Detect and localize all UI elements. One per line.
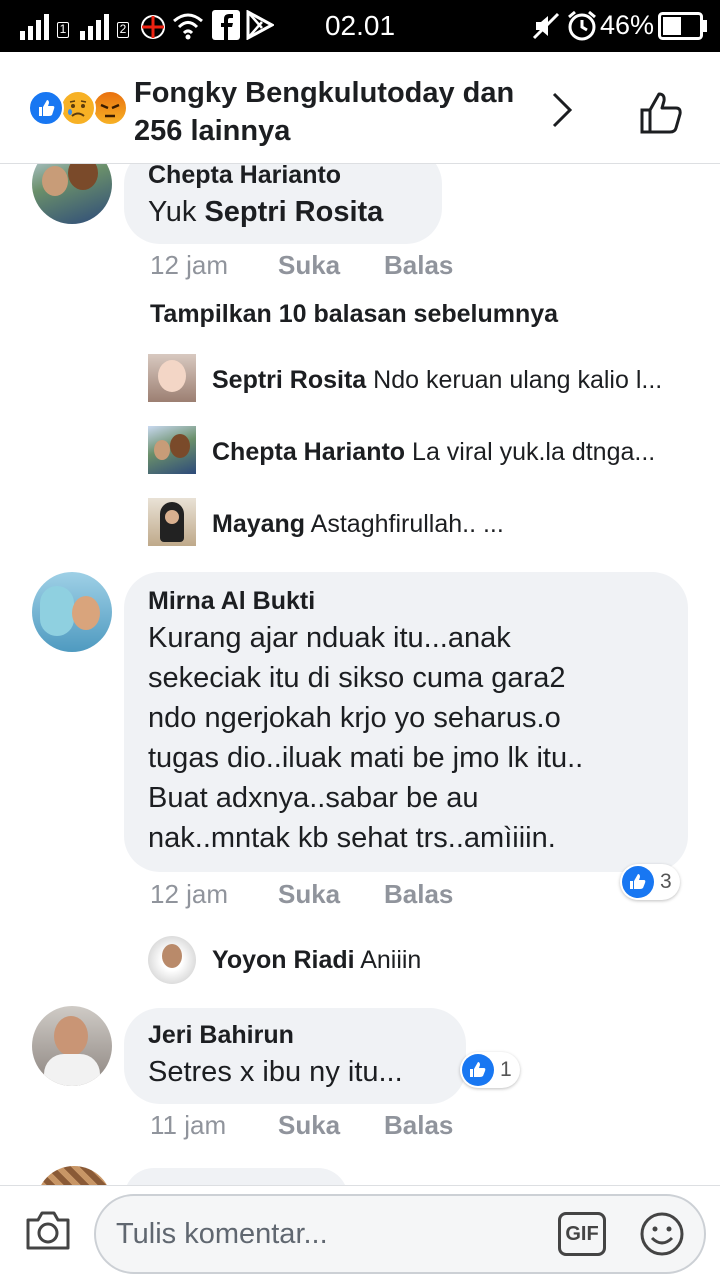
comment-text-line: tugas dio..iluak mati be jmo lk itu.. — [148, 742, 584, 774]
reply-link[interactable]: Balas — [384, 250, 453, 281]
comment-text: Yuk Septri Rosita — [148, 192, 418, 232]
comment-meta: 12 jam Suka Balas — [150, 879, 453, 910]
comment-text: Setres x ibu ny itu... — [148, 1056, 403, 1088]
reply-text: La viral yuk.la dtnga... — [412, 438, 656, 466]
like-reaction-icon — [28, 90, 64, 126]
chevron-right-icon[interactable] — [548, 90, 576, 130]
reply-preview[interactable]: Yoyon Riadi Aniiin — [212, 946, 421, 975]
comment-bubble[interactable]: Mirna Al Bukti Kurang ajar nduak itu...a… — [124, 572, 688, 872]
reaction-count-badge[interactable]: 3 — [620, 864, 680, 900]
avatar[interactable] — [148, 498, 196, 546]
reply-author[interactable]: Chepta Harianto — [212, 438, 405, 466]
comment-meta: 11 jam Suka Balas — [150, 1110, 453, 1141]
reply-author[interactable]: Septri Rosita — [212, 366, 366, 394]
reply-link[interactable]: Balas — [384, 879, 453, 910]
comment-text-line: nak..mntak kb sehat trs..amìiiin. — [148, 822, 556, 854]
comment-author[interactable]: Mirna Al Bukti — [148, 586, 664, 616]
show-previous-replies[interactable]: Tampilkan 10 balasan sebelumnya — [150, 300, 558, 329]
like-outline-icon[interactable] — [638, 90, 684, 136]
comment-text-line: sekeciak itu di sikso cuma gara2 — [148, 662, 566, 694]
avatar[interactable] — [148, 426, 196, 474]
comment-meta: 12 jam Suka Balas — [150, 250, 453, 281]
like-link[interactable]: Suka — [278, 250, 384, 281]
reactions-summary[interactable]: Fongky Bengkulutoday dan 256 lainnya — [134, 74, 534, 150]
reply-preview[interactable]: Mayang Astaghfirullah.. ... — [212, 510, 504, 539]
avatar[interactable] — [32, 1006, 112, 1086]
like-link[interactable]: Suka — [278, 1110, 384, 1141]
comment-bubble[interactable]: Jeri Bahirun Setres x ibu ny itu... — [124, 1008, 466, 1104]
like-link[interactable]: Suka — [278, 879, 384, 910]
comment-input[interactable] — [116, 1212, 536, 1256]
battery-icon — [658, 12, 707, 40]
alarm-icon — [568, 10, 596, 41]
reply-text: Aniiin — [360, 946, 422, 974]
comment-text-line: Buat adxnya..sabar be au — [148, 782, 479, 814]
mute-icon — [532, 12, 560, 40]
avatar[interactable] — [148, 354, 196, 402]
avatar[interactable] — [148, 936, 196, 984]
comments-sheet: Fongky Bengkulutoday dan 256 lainnya Che… — [0, 52, 720, 1280]
comment-author[interactable]: Chepta Harianto — [148, 160, 418, 190]
camera-icon[interactable] — [24, 1208, 72, 1252]
reactions-header[interactable]: Fongky Bengkulutoday dan 256 lainnya — [0, 52, 720, 164]
comment-text-line: Kurang ajar nduak itu...anak — [148, 622, 511, 654]
reply-preview[interactable]: Chepta Harianto La viral yuk.la dtnga... — [212, 438, 655, 467]
status-bar: 1 2 02.01 46% — [0, 0, 720, 52]
battery-percent: 46% — [600, 10, 655, 40]
comment-composer: GIF — [0, 1185, 720, 1280]
reply-preview[interactable]: Septri Rosita Ndo keruan ulang kalio l..… — [212, 366, 662, 395]
gif-label: GIF — [565, 1222, 599, 1245]
comment-input-field[interactable]: GIF — [94, 1194, 706, 1274]
like-reaction-icon — [462, 1054, 494, 1086]
emoji-icon[interactable] — [638, 1210, 686, 1258]
comment-time: 12 jam — [150, 250, 229, 280]
reaction-count: 3 — [660, 870, 672, 893]
comment-text-line: ndo ngerjokah krjo yo seharus.o — [148, 702, 561, 734]
comment-author[interactable]: Jeri Bahirun — [148, 1020, 442, 1050]
reply-text: Ndo keruan ulang kalio l... — [373, 366, 663, 394]
reaction-count-badge[interactable]: 1 — [460, 1052, 520, 1088]
mention-tag[interactable]: Septri Rosita — [204, 196, 383, 228]
avatar[interactable] — [32, 572, 112, 652]
reply-link[interactable]: Balas — [384, 1110, 453, 1141]
gif-button[interactable]: GIF — [558, 1212, 606, 1256]
comment-time: 11 jam — [150, 1110, 227, 1140]
angry-reaction-icon — [92, 90, 128, 126]
reply-author[interactable]: Yoyon Riadi — [212, 946, 355, 974]
like-reaction-icon — [622, 866, 654, 898]
reaction-count: 1 — [500, 1058, 512, 1081]
reply-author[interactable]: Mayang — [212, 510, 305, 538]
sad-reaction-icon — [60, 90, 96, 126]
reply-text: Astaghfirullah.. ... — [310, 510, 504, 538]
comment-time: 12 jam — [150, 879, 229, 909]
comment-text-plain: Yuk — [148, 196, 205, 228]
